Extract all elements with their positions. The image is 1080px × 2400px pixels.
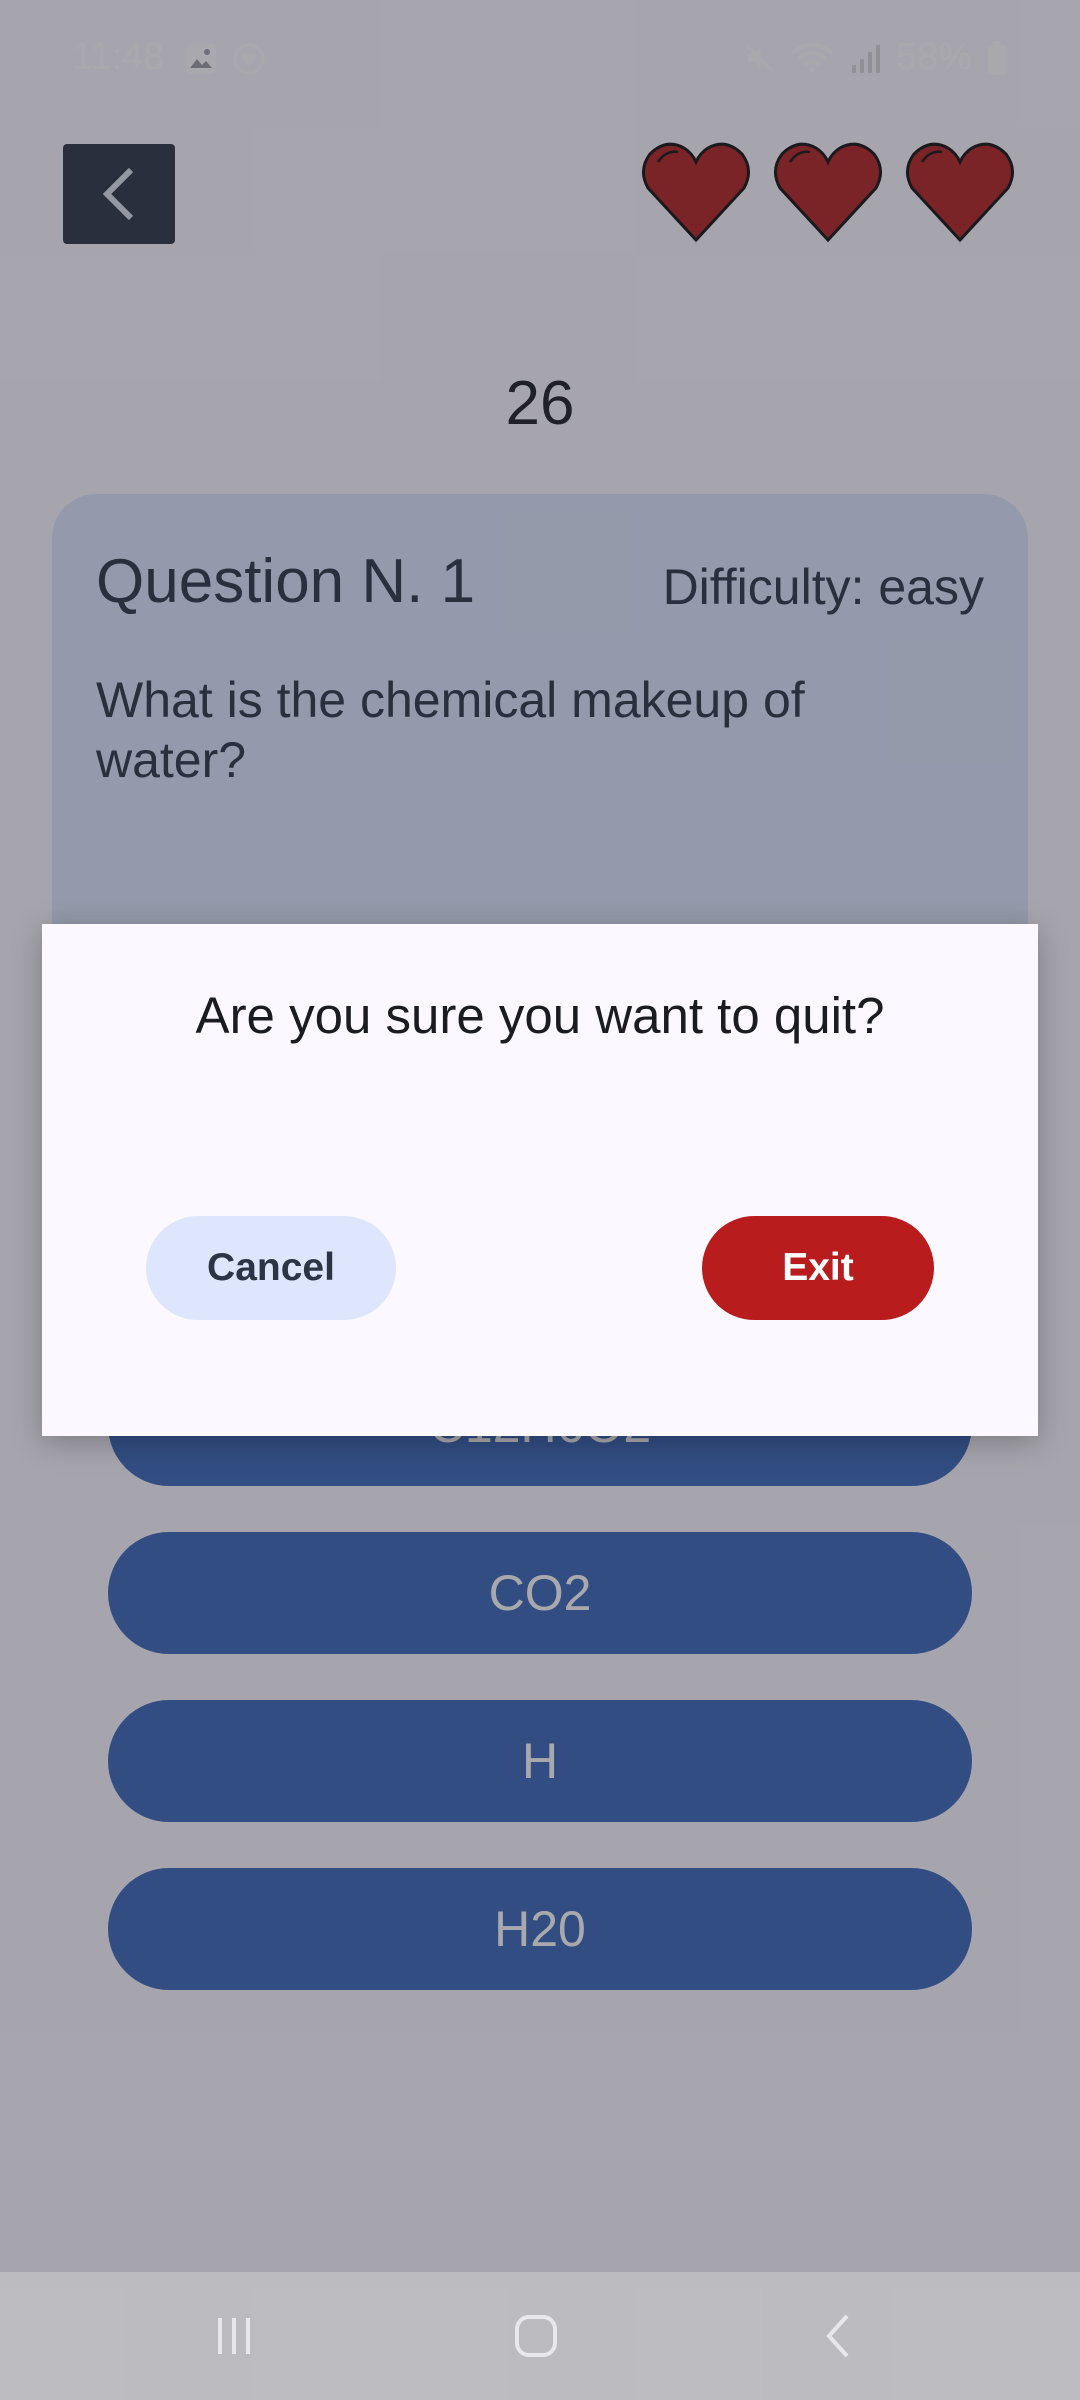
quit-dialog: Are you sure you want to quit? Cancel Ex…	[42, 924, 1038, 1436]
cancel-button[interactable]: Cancel	[146, 1216, 396, 1320]
recent-apps-button[interactable]	[154, 2272, 314, 2400]
quiz-screen: 11:48 58% 26 Question N. 1 Difficulty: e…	[0, 0, 1080, 2400]
home-button[interactable]	[456, 2272, 616, 2400]
dialog-title: Are you sure you want to quit?	[195, 987, 885, 1044]
back-icon	[826, 2314, 849, 2358]
exit-button[interactable]: Exit	[702, 1216, 934, 1320]
home-icon	[515, 2315, 557, 2357]
system-nav-bar	[0, 2272, 1080, 2400]
recent-apps-icon	[218, 2318, 250, 2354]
system-back-button[interactable]	[758, 2272, 918, 2400]
